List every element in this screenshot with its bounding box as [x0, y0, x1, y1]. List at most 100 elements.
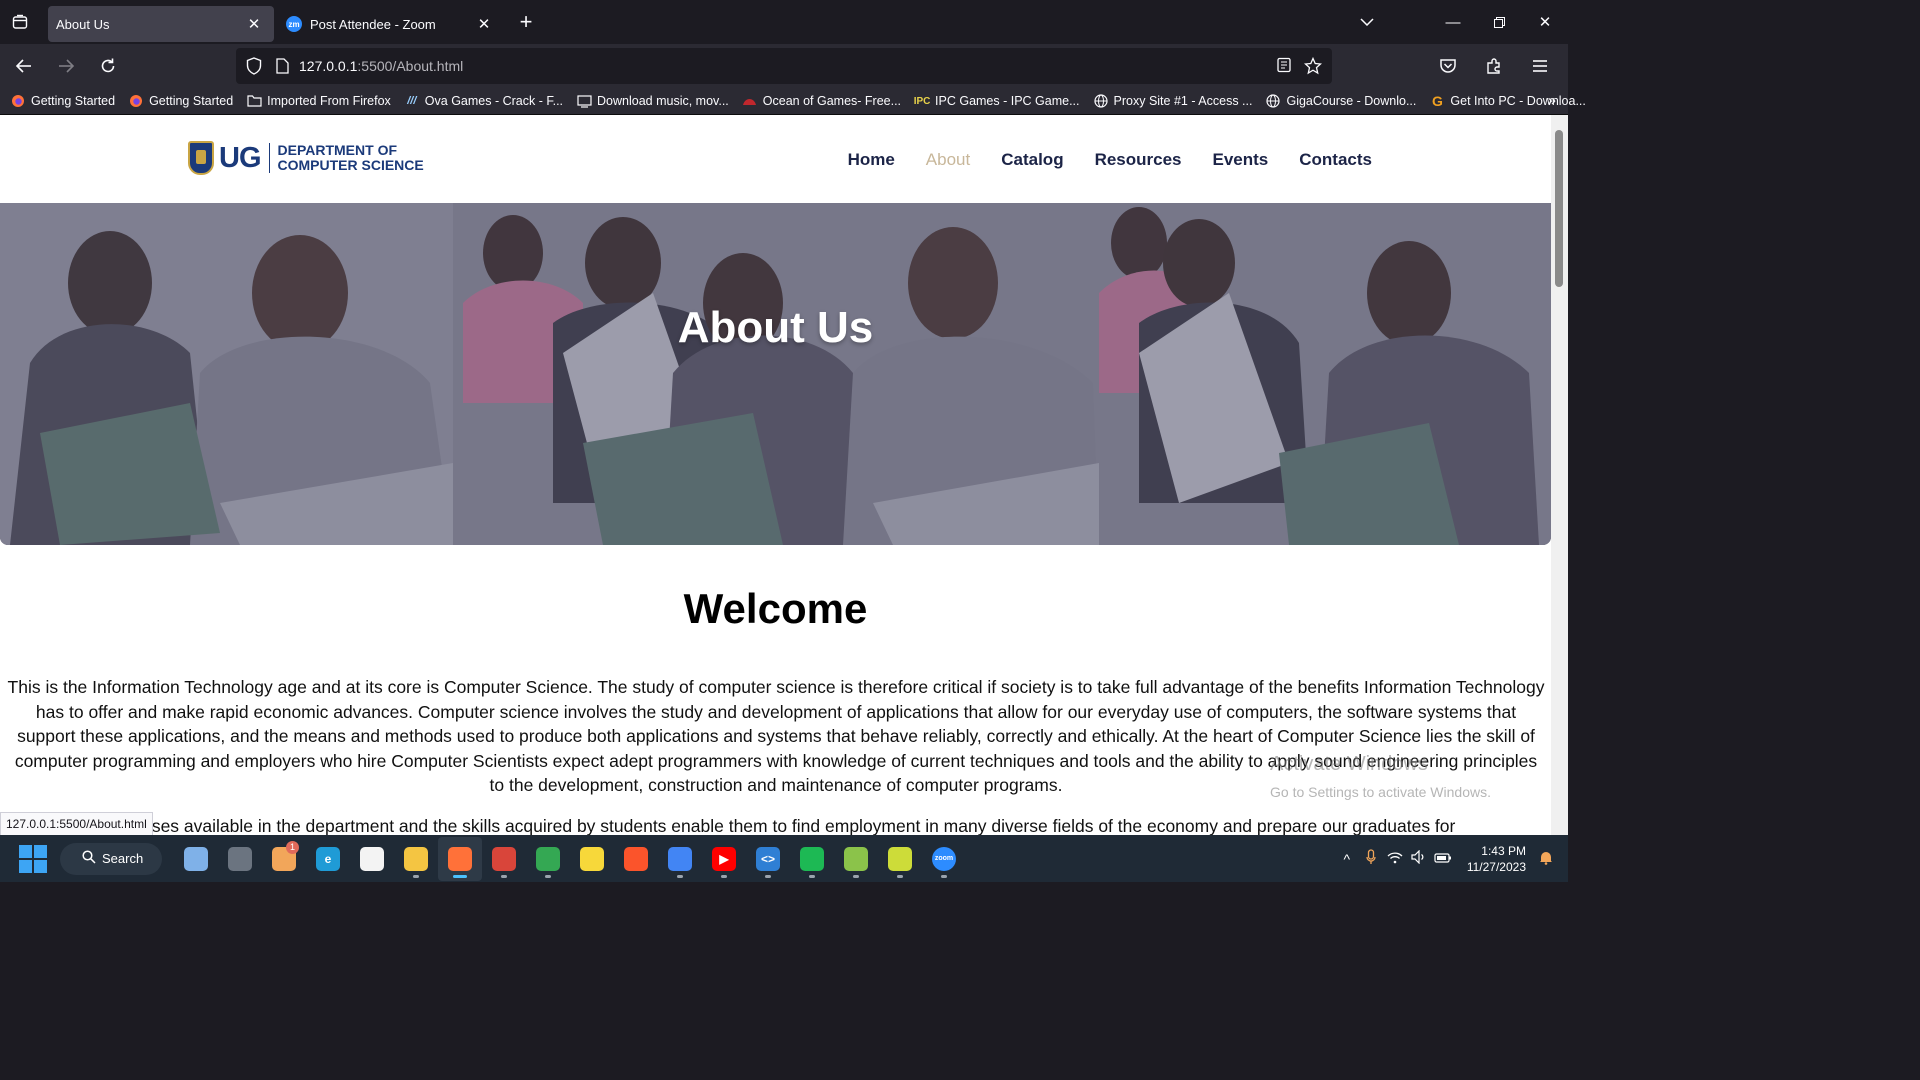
- restore-button[interactable]: [1476, 0, 1522, 44]
- nav-catalog[interactable]: Catalog: [1001, 150, 1063, 170]
- bookmark-label: GigaCourse - Downlo...: [1286, 94, 1417, 108]
- taskbar-app[interactable]: [878, 837, 922, 881]
- reload-icon[interactable]: [90, 48, 126, 84]
- bookmark-star-icon[interactable]: [1304, 57, 1322, 75]
- bluestacks-icon: [844, 846, 868, 871]
- forward-arrow-icon[interactable]: [48, 48, 84, 84]
- nav-about[interactable]: About: [926, 150, 970, 170]
- taskbar-app[interactable]: [394, 837, 438, 881]
- search-label: Search: [102, 851, 144, 866]
- globe-icon: [1265, 93, 1281, 109]
- tab-zoom[interactable]: zm Post Attendee - Zoom ✕: [278, 6, 504, 42]
- logo-department-text: DEPARTMENT OF COMPUTER SCIENCE: [278, 143, 424, 173]
- battery-icon[interactable]: [1431, 851, 1455, 867]
- site-header: UG DEPARTMENT OF COMPUTER SCIENCE Home A…: [0, 115, 1551, 203]
- file-explorer-icon: [404, 846, 428, 871]
- site-logo[interactable]: UG DEPARTMENT OF COMPUTER SCIENCE: [188, 141, 424, 175]
- taskbar-app[interactable]: [350, 837, 394, 881]
- bookmark-item[interactable]: Getting Started: [128, 93, 233, 109]
- link-status-tooltip: 127.0.0.1:5500/About.html: [0, 812, 153, 836]
- taskbar-apps: 1 e ▶ <> zoom: [174, 836, 966, 881]
- bookmark-label: Ova Games - Crack - F...: [424, 94, 564, 108]
- scrollbar-thumb[interactable]: [1555, 130, 1563, 287]
- minimize-button[interactable]: —: [1430, 0, 1476, 44]
- globe-icon: [1093, 93, 1109, 109]
- taskbar-app[interactable]: [174, 837, 218, 881]
- taskbar-app[interactable]: 1: [262, 837, 306, 881]
- bookmark-folder[interactable]: Imported From Firefox: [246, 93, 391, 109]
- taskbar-app[interactable]: [438, 836, 482, 881]
- menu-icon[interactable]: [1522, 48, 1558, 84]
- close-icon[interactable]: ✕: [244, 14, 264, 34]
- pocket-icon[interactable]: [1430, 48, 1466, 84]
- logo-divider: [268, 143, 270, 173]
- nav-home[interactable]: Home: [848, 150, 895, 170]
- tab-list-icon[interactable]: [0, 0, 40, 44]
- taskbar-clock[interactable]: 1:43 PM 11/27/2023: [1467, 843, 1526, 875]
- taskbar-app[interactable]: [790, 837, 834, 881]
- sticky-notes-icon: [580, 846, 604, 871]
- close-icon[interactable]: ✕: [474, 14, 494, 34]
- hero-title: About Us: [677, 303, 874, 352]
- youtube-icon: ▶: [712, 846, 736, 871]
- notification-bell-icon[interactable]: [1534, 850, 1558, 868]
- running-indicator: [941, 874, 947, 878]
- page-scrollbar[interactable]: [1551, 115, 1568, 835]
- wifi-icon[interactable]: [1383, 851, 1407, 867]
- nav-events[interactable]: Events: [1213, 150, 1269, 170]
- extensions-icon[interactable]: [1476, 48, 1512, 84]
- bookmark-item[interactable]: /// Ova Games - Crack - F...: [404, 93, 563, 109]
- taskbar-app[interactable]: ▶: [702, 837, 746, 881]
- bookmark-item[interactable]: Proxy Site #1 - Access ...: [1093, 93, 1252, 109]
- running-indicator: [677, 874, 683, 878]
- hero-banner: About Us: [0, 203, 1551, 545]
- firefox-icon: [448, 846, 472, 871]
- ug-crest-icon: [188, 141, 214, 175]
- nav-resources[interactable]: Resources: [1095, 150, 1182, 170]
- taskbar-app[interactable]: [570, 837, 614, 881]
- bookmark-label: IPC Games - IPC Game...: [935, 94, 1080, 108]
- browser-toolbar: 127.0.0.1:5500/About.html: [0, 44, 1568, 88]
- chevron-down-icon[interactable]: [1344, 0, 1390, 44]
- bookmark-item[interactable]: GigaCourse - Downlo...: [1265, 93, 1416, 109]
- bookmark-item[interactable]: G Get Into PC - Downloa...: [1429, 93, 1586, 109]
- address-bar[interactable]: 127.0.0.1:5500/About.html: [236, 48, 1332, 84]
- taskbar-app[interactable]: [526, 837, 570, 881]
- nav-contacts[interactable]: Contacts: [1299, 150, 1372, 170]
- microphone-icon[interactable]: [1359, 849, 1383, 868]
- running-indicator: [809, 874, 815, 878]
- tab-about-us[interactable]: About Us ✕: [48, 6, 274, 42]
- bookmark-item[interactable]: Ocean of Games- Free...: [742, 93, 901, 109]
- task-view-icon: [228, 846, 252, 871]
- taskbar-app[interactable]: e: [306, 837, 350, 881]
- running-indicator: [501, 874, 507, 878]
- taskbar-app[interactable]: [658, 837, 702, 881]
- volume-icon[interactable]: [1407, 849, 1431, 867]
- page-viewport: UG DEPARTMENT OF COMPUTER SCIENCE Home A…: [0, 115, 1551, 835]
- chevron-right-double-icon[interactable]: »: [1548, 92, 1556, 109]
- chevron-up-icon[interactable]: ^: [1335, 851, 1359, 867]
- bookmark-item[interactable]: IPC IPC Games - IPC Game...: [914, 93, 1080, 109]
- windows-start-icon[interactable]: [19, 844, 47, 873]
- clock-time: 1:43 PM: [1481, 843, 1526, 858]
- taskbar-search[interactable]: Search: [60, 842, 162, 875]
- new-tab-button[interactable]: +: [510, 6, 542, 38]
- bookmark-item[interactable]: Download music, mov...: [576, 93, 729, 109]
- logo-line-1: DEPARTMENT OF: [277, 142, 398, 158]
- second-paragraph: rses available in the department and the…: [146, 816, 1456, 835]
- bookmark-item[interactable]: Getting Started: [10, 93, 115, 109]
- taskbar-app[interactable]: <>: [746, 837, 790, 881]
- page-icon[interactable]: [276, 58, 289, 74]
- taskbar-app[interactable]: zoom: [922, 837, 966, 881]
- back-arrow-icon[interactable]: [6, 48, 42, 84]
- taskbar-app[interactable]: [482, 837, 526, 881]
- taskbar-app[interactable]: [218, 837, 262, 881]
- taskbar-app[interactable]: [614, 837, 658, 881]
- taskbar-app[interactable]: [834, 837, 878, 881]
- close-window-button[interactable]: ✕: [1522, 0, 1568, 44]
- bookmark-label: Ocean of Games- Free...: [762, 94, 902, 108]
- shield-icon[interactable]: [246, 57, 262, 75]
- running-indicator: [453, 874, 467, 878]
- folder-icon: [246, 93, 262, 109]
- reader-view-icon[interactable]: [1276, 57, 1292, 75]
